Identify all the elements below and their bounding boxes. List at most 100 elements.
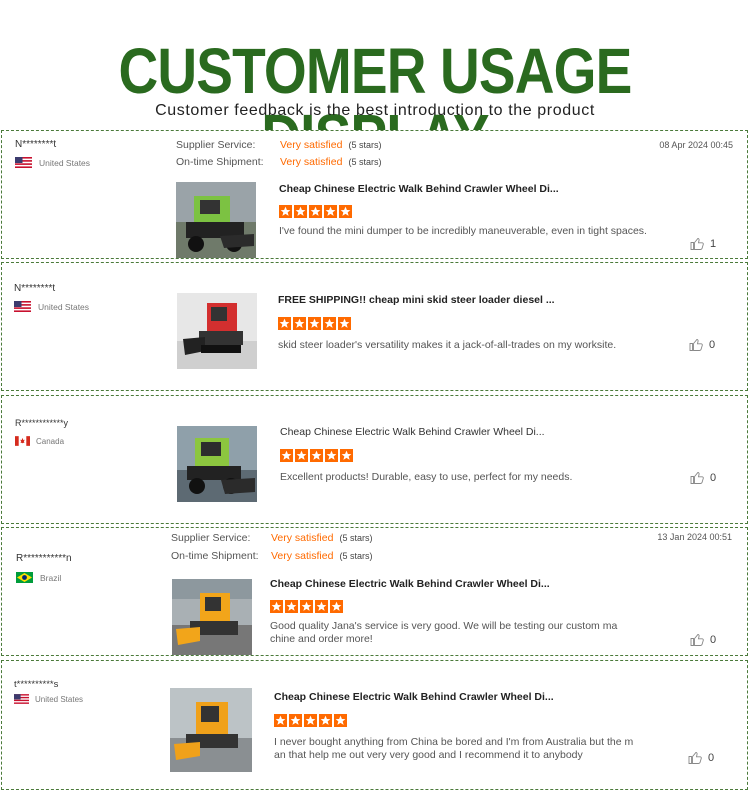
shipment-stars: (5 stars) [348, 157, 382, 167]
star-rating [279, 205, 354, 218]
reviewer-country: Canada [15, 436, 64, 446]
review-text: Good quality Jana's service is very good… [270, 620, 618, 645]
like-count: 0 [709, 338, 716, 351]
like-button[interactable]: 0 [690, 633, 716, 646]
us-flag-icon [14, 301, 31, 312]
shipment-stars: (5 stars) [339, 551, 373, 561]
like-count: 0 [710, 633, 717, 646]
star-icon [293, 317, 306, 330]
review-card: N********t United States Supplier Servic… [1, 130, 748, 259]
like-button[interactable]: 1 [690, 237, 716, 250]
star-icon [280, 449, 293, 462]
like-count: 1 [710, 237, 717, 250]
brazil-flag-icon [16, 572, 33, 583]
like-count: 0 [708, 751, 715, 764]
star-rating [274, 714, 349, 727]
star-icon [294, 205, 307, 218]
review-date: 08 Apr 2024 00:45 [659, 140, 733, 150]
canada-flag-icon [15, 436, 30, 446]
product-thumbnail[interactable] [172, 579, 252, 655]
product-title-link[interactable]: Cheap Chinese Electric Walk Behind Crawl… [279, 183, 559, 195]
thumbs-up-icon [690, 472, 704, 484]
like-button[interactable]: 0 [688, 751, 714, 764]
reviewer-name: t**********s [14, 679, 59, 690]
product-title-link[interactable]: Cheap Chinese Electric Walk Behind Crawl… [280, 426, 545, 438]
page-subtitle: Customer feedback is the best introducti… [155, 102, 595, 119]
review-card: N********t United States FREE SHIPPING!!… [1, 262, 748, 391]
skid-steer-image [176, 182, 256, 258]
star-icon [308, 317, 321, 330]
thumbs-up-icon [690, 238, 704, 250]
product-thumbnail[interactable] [177, 426, 257, 502]
country-name: United States [38, 301, 90, 312]
review-card: Supplier Service: Very satisfied (5 stars)… [1, 527, 748, 656]
us-flag-icon [14, 694, 29, 704]
star-icon [300, 600, 313, 613]
star-icon [295, 449, 308, 462]
product-thumbnail[interactable] [170, 688, 252, 772]
reviewer-country: United States [14, 301, 89, 312]
country-name: Brazil [40, 572, 62, 583]
star-icon [324, 205, 337, 218]
star-icon [319, 714, 332, 727]
supplier-service-stars: (5 stars) [348, 140, 382, 150]
supplier-service-label: Supplier Service: [176, 139, 256, 151]
like-button[interactable]: 0 [689, 338, 715, 351]
reviewer-name: N********t [14, 283, 56, 294]
skid-steer-image [177, 426, 257, 502]
shipment-label: On-time Shipment: [176, 156, 264, 168]
reviewer-name: R************y [15, 418, 69, 428]
shipment-row: On-time Shipment: Very satisfied (5 stars) [176, 156, 381, 168]
shipment-row: On-time Shipment: Very satisfied (5 stars) [171, 550, 372, 562]
review-text: I've found the mini dumper to be incredi… [279, 225, 647, 237]
star-icon [338, 317, 351, 330]
thumbs-up-icon [690, 634, 704, 646]
star-icon [309, 205, 322, 218]
supplier-service-row: Supplier Service: Very satisfied (5 stars) [171, 532, 372, 544]
star-icon [315, 600, 328, 613]
like-button[interactable]: 0 [690, 471, 716, 484]
thumbs-up-icon [689, 339, 703, 351]
country-name: United States [35, 694, 84, 704]
thumbs-up-icon [688, 752, 702, 764]
product-title-link[interactable]: FREE SHIPPING!! cheap mini skid steer lo… [278, 294, 555, 306]
product-title-link[interactable]: Cheap Chinese Electric Walk Behind Crawl… [274, 691, 554, 703]
review-card: t**********s United States Cheap Chinese… [1, 660, 748, 790]
shipment-value: Very satisfied [271, 550, 334, 562]
skid-steer-image [172, 579, 252, 655]
reviewer-name: R***********n [16, 553, 72, 564]
supplier-service-value: Very satisfied [280, 139, 343, 151]
star-icon [278, 317, 291, 330]
review-text: skid steer loader's versatility makes it… [278, 339, 617, 351]
star-icon [325, 449, 338, 462]
reviewer-name: N********t [15, 139, 57, 150]
skid-steer-image [170, 688, 252, 772]
shipment-value: Very satisfied [280, 156, 343, 168]
reviewer-country: United States [14, 694, 83, 704]
supplier-service-label: Supplier Service: [171, 532, 251, 544]
supplier-service-value: Very satisfied [271, 532, 334, 544]
product-thumbnail[interactable] [177, 293, 257, 369]
star-icon [274, 714, 287, 727]
star-icon [270, 600, 283, 613]
star-icon [334, 714, 347, 727]
star-icon [310, 449, 323, 462]
star-rating [280, 449, 355, 462]
review-text: Excellent products! Durable, easy to use… [280, 471, 573, 483]
star-icon [340, 449, 353, 462]
review-text: I never bought anything from China be bo… [274, 736, 634, 761]
product-thumbnail[interactable] [176, 182, 256, 258]
star-icon [279, 205, 292, 218]
reviewer-country: United States [15, 157, 90, 168]
review-card: R************y Canada Cheap Chinese Elec… [1, 395, 748, 524]
product-title-link[interactable]: Cheap Chinese Electric Walk Behind Crawl… [270, 578, 550, 590]
supplier-service-row: Supplier Service: Very satisfied (5 stars) [176, 139, 381, 151]
like-count: 0 [710, 471, 717, 484]
country-name: Canada [36, 436, 65, 446]
skid-steer-image [177, 293, 257, 369]
star-icon [339, 205, 352, 218]
country-name: United States [39, 157, 91, 168]
star-icon [285, 600, 298, 613]
review-date: 13 Jan 2024 00:51 [657, 532, 732, 542]
reviewer-country: Brazil [16, 572, 61, 583]
